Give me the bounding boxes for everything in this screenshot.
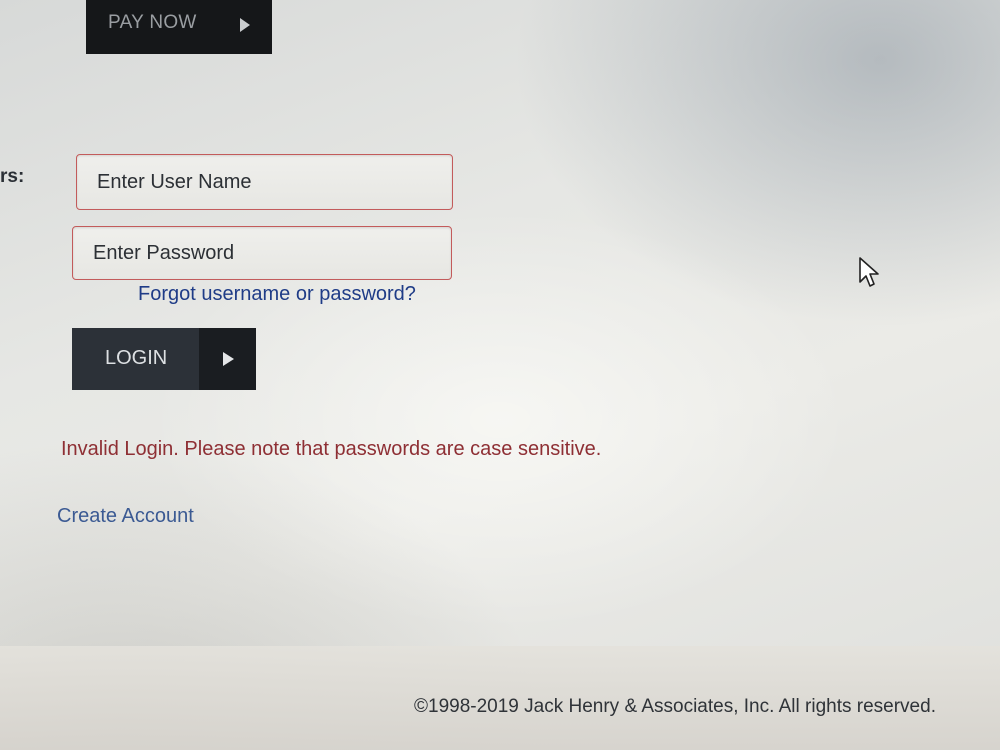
play-arrow-icon <box>240 18 250 32</box>
login-section-label: rs: <box>0 166 25 187</box>
copyright-text: ©1998-2019 Jack Henry & Associates, Inc.… <box>414 696 936 717</box>
username-field[interactable] <box>76 154 453 210</box>
pay-now-label: PAY NOW <box>108 12 197 33</box>
mouse-pointer-icon <box>859 257 879 287</box>
password-field[interactable] <box>72 226 452 280</box>
login-button[interactable]: LOGIN <box>72 328 256 390</box>
login-label: LOGIN <box>105 347 168 369</box>
create-account-link[interactable]: Create Account <box>57 505 194 528</box>
pay-now-button[interactable]: PAY NOW <box>86 0 272 54</box>
forgot-credentials-link[interactable]: Forgot username or password? <box>138 283 416 306</box>
login-arrow-box <box>199 328 256 390</box>
login-error-message: Invalid Login. Please note that password… <box>61 438 602 460</box>
play-arrow-icon <box>223 352 234 366</box>
